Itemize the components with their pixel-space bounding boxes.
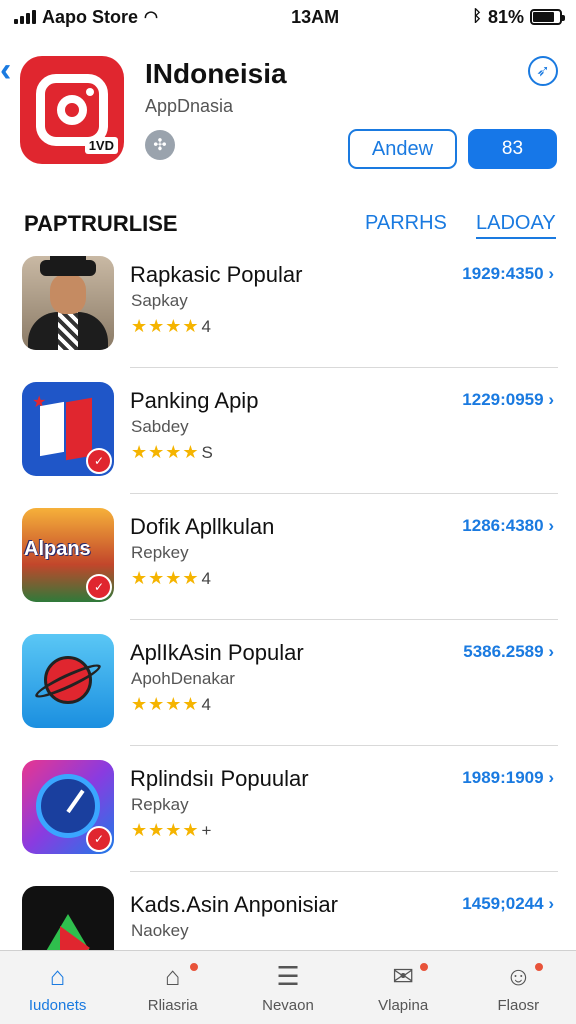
price-button[interactable]: 83 — [468, 129, 557, 169]
tab-label: Rliasria — [147, 997, 198, 1014]
tab-bar: ⌂ Iudonets ⌂ Rliasria ☰ Nevaon ✉ Vlapina… — [0, 950, 576, 1024]
app-thumbnail: ★ ✓ — [22, 382, 114, 476]
star-rating: ★★★★ 4 — [131, 568, 213, 588]
signal-icon — [14, 10, 36, 24]
carrier-label: Aapo Store — [42, 6, 139, 27]
divider — [130, 745, 558, 746]
tab-label: Vlapina — [378, 997, 429, 1014]
app-icon: 1VD — [20, 56, 124, 164]
app-list: Rapkasic Popular Sapkay ★★★★ 4 1929:4350 … — [0, 250, 576, 1006]
rating-value: S — [201, 443, 214, 462]
compass-icon[interactable]: ➶ — [528, 56, 558, 86]
list-item[interactable]: ✓ Rplindsiı Popuular Repkay ★★★★ + 1989:1… — [0, 754, 576, 880]
home-icon: ⌂ — [49, 960, 66, 991]
status-right: ᛒ 81% — [472, 6, 565, 28]
app-name: Kads.Asin Anponisiar — [130, 892, 338, 917]
share-icon[interactable]: ✣ — [145, 130, 175, 160]
app-thumbnail: ✓ — [22, 760, 114, 854]
app-count: 1229:0959 › — [462, 390, 554, 409]
app-thumbnail — [22, 256, 114, 350]
tab-label: Flaosr — [497, 997, 540, 1014]
tab-rliasria[interactable]: ⌂ Rliasria — [118, 961, 228, 1014]
list-item[interactable]: Rapkasic Popular Sapkay ★★★★ 4 1929:4350 … — [0, 250, 576, 376]
document-icon: ☰ — [276, 960, 300, 991]
messenger-badge-icon: ✓ — [86, 574, 112, 600]
app-icon-tag: 1VD — [84, 137, 118, 154]
tab-label: Iudonets — [28, 997, 87, 1014]
app-title: INdoneisia — [145, 58, 287, 89]
tab-flaosr[interactable]: ☺ Flaosr — [463, 961, 573, 1014]
house-notification-icon: ⌂ — [164, 960, 181, 991]
notification-dot — [418, 961, 431, 973]
battery-percent: 81% — [487, 6, 524, 27]
section-tab-parrhs[interactable]: PARRHS — [365, 212, 447, 235]
app-developer: Naokey — [131, 921, 189, 940]
app-subtitle: AppDnasia — [145, 96, 234, 116]
list-item[interactable]: AplIkAsin Popular ApohDenakar ★★★★ 4 5386… — [0, 628, 576, 754]
app-count: 1929:4350 › — [462, 264, 554, 283]
rating-value: 4 — [201, 695, 213, 714]
app-thumbnail: Alpans ✓ — [22, 508, 114, 602]
list-item[interactable]: Alpans ✓ Dofik Apllkulan Repkey ★★★★ 4 12… — [0, 502, 576, 628]
wifi-icon: ◠ — [144, 9, 158, 26]
section-title: PAPTRURLISE — [24, 211, 178, 236]
app-count: 1989:1909 › — [462, 768, 554, 787]
status-left: Aapo Store ◠ — [14, 7, 158, 28]
app-name: Rapkasic Popular — [130, 262, 303, 287]
tab-label: Nevaon — [262, 997, 314, 1014]
tab-vlapina[interactable]: ✉ Vlapina — [348, 961, 458, 1014]
app-developer: Sapkay — [131, 291, 188, 310]
app-name: Panking Apip — [130, 388, 259, 413]
star-rating: ★★★★ 4 — [131, 694, 213, 714]
star-rating: ★★★★ S — [131, 442, 214, 462]
messenger-badge-icon: ✓ — [86, 826, 112, 852]
app-name: Rplindsiı Popuular — [130, 766, 309, 791]
messenger-badge-icon: ✓ — [86, 448, 112, 474]
list-item[interactable]: ★ ✓ Panking Apip Sabdey ★★★★ S 1229:0959 … — [0, 376, 576, 502]
notification-dot — [187, 961, 200, 973]
app-count: 1286:4380 › — [462, 516, 554, 535]
clock: 13AM — [291, 6, 340, 27]
chat-icon: ✉ — [392, 960, 415, 991]
tab-iudonets[interactable]: ⌂ Iudonets — [3, 960, 113, 1015]
star-rating: ★★★★ + — [131, 820, 213, 840]
status-bar: Aapo Store ◠ 13AM ᛒ 81% — [0, 0, 576, 34]
divider — [130, 871, 558, 872]
divider — [130, 367, 558, 368]
rating-value: 4 — [201, 317, 213, 336]
app-developer: Repkay — [131, 795, 189, 814]
tab-nevaon[interactable]: ☰ Nevaon — [233, 960, 343, 1015]
star-rating: ★★★★ 4 — [131, 316, 213, 336]
divider — [130, 493, 558, 494]
app-developer: ApohDenakar — [131, 669, 235, 688]
app-count: 5386.2589 › — [463, 642, 554, 661]
andew-button[interactable]: Andew — [348, 129, 457, 169]
divider — [130, 619, 558, 620]
section-tab-ladoay[interactable]: LADOAY — [476, 212, 556, 239]
app-name: Dofik Apllkulan — [130, 514, 275, 539]
app-developer: Repkey — [131, 543, 189, 562]
app-name: AplIkAsin Popular — [130, 640, 304, 665]
thumbnail-text: Alpans — [24, 538, 91, 560]
profile-icon: ☺ — [505, 960, 532, 991]
notification-dot — [533, 961, 546, 973]
back-chevron-icon[interactable]: ‹ — [0, 52, 20, 88]
app-count: 1459;0244 › — [462, 894, 554, 913]
battery-icon — [529, 9, 565, 25]
rating-value: + — [201, 821, 213, 840]
bluetooth-icon: ᛒ — [472, 8, 482, 25]
rating-value: 4 — [201, 569, 213, 588]
app-thumbnail — [22, 634, 114, 728]
app-developer: Sabdey — [131, 417, 189, 436]
